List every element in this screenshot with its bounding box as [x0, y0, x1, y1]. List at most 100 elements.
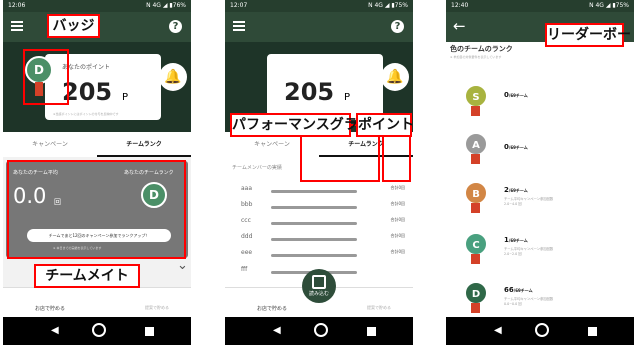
performance-bar: [271, 206, 357, 209]
points-card: 205 P: [267, 54, 383, 120]
member-name: fff: [241, 266, 248, 273]
tab-campaign[interactable]: キャンペーン: [3, 132, 97, 157]
status-bar: 12:40 N 4G ◢ ▮75%: [446, 0, 634, 12]
android-navigation-bar: ◀: [3, 317, 191, 345]
badge-callout: バッジ: [47, 14, 100, 38]
recent-apps-icon[interactable]: [145, 327, 154, 336]
android-navigation-bar: ◀: [446, 317, 634, 345]
rank-s-icon: S: [464, 84, 488, 108]
points-value: 205: [284, 78, 335, 106]
points-callout: ポイント: [356, 113, 413, 137]
phone-screen-dashboard: 12:06 N 4G ◢ ▮76% ? あなたのポイント 205 P ※当該ポイント…: [3, 0, 191, 345]
rank-a-icon: A: [464, 132, 488, 156]
time: 12:06: [8, 2, 26, 9]
rank-b-icon: B: [464, 181, 488, 205]
leaderboard-title: 色のチームのランク: [450, 45, 513, 53]
recent-apps-icon[interactable]: [588, 327, 597, 336]
member-total: 合計0回: [390, 249, 405, 254]
back-icon[interactable]: ◀: [51, 325, 59, 336]
member-total: 合計0回: [390, 233, 405, 238]
phone-screen-leaderboard: 12:40 N 4G ◢ ▮75% ← 色のチームのランク ※ 参加目の対象要件を…: [446, 0, 634, 345]
member-list-header: チームメンバーの実績: [232, 165, 282, 171]
rank-ribbon: [471, 203, 480, 213]
points-unit: P: [344, 92, 351, 103]
badge-highlight: [23, 49, 69, 105]
signal-battery: N 4G ◢ ▮76%: [146, 2, 186, 9]
rank-d-icon: D: [464, 281, 488, 305]
member-name: ddd: [241, 233, 253, 240]
points-note: ※当該ポイントにはポイントの付与を反映中です: [53, 112, 119, 116]
points-unit: P: [122, 92, 129, 103]
leaderboard-callout: リーダーボード: [545, 23, 634, 47]
member-row: bbb 合計0回: [237, 201, 405, 214]
points-label: あなたのポイント: [62, 64, 111, 71]
proposal-earn-link[interactable]: 提案で貯める: [145, 305, 169, 311]
member-name: bbb: [241, 201, 253, 208]
tab-team-rank[interactable]: チームランク: [97, 132, 191, 157]
help-icon[interactable]: ?: [391, 20, 404, 33]
time: 12:07: [230, 2, 248, 9]
rank-b-count: 2/69チーム: [504, 186, 528, 194]
store-earn-link[interactable]: お店で貯める: [35, 305, 65, 312]
recent-apps-icon[interactable]: [367, 327, 376, 336]
rank-ribbon: [471, 106, 480, 116]
performance-bar: [271, 254, 357, 257]
chevron-down-icon[interactable]: ⌄: [177, 258, 188, 273]
phone-screen-team-rank: 12:07 N 4G ◢ ▮75% ? 205 P 🔔 キャンペーン チームランク チ…: [225, 0, 413, 345]
home-icon[interactable]: [92, 323, 106, 337]
points-value: 205: [62, 78, 113, 106]
signal-battery: N 4G ◢ ▮75%: [368, 2, 408, 9]
performance-bar: [271, 190, 357, 193]
proposal-earn-link[interactable]: 提案で貯める: [367, 305, 391, 311]
menu-icon[interactable]: [11, 21, 23, 31]
member-total: 合計0回: [390, 185, 405, 190]
performance-callout: パフォーマンスグラフ: [230, 113, 372, 137]
member-row: aaa 合計0回: [237, 185, 405, 198]
performance-bar: [271, 222, 357, 225]
store-earn-link[interactable]: お店で貯める: [257, 305, 287, 312]
rank-c-icon: C: [464, 232, 488, 256]
home-icon[interactable]: [535, 323, 549, 337]
rank-ribbon: [471, 303, 480, 313]
rank-d-description: チーム平均キャンペーン参加回数 0.0~0.0 回: [504, 297, 554, 306]
back-icon[interactable]: ◀: [273, 325, 281, 336]
performance-bar: [271, 238, 357, 241]
home-icon[interactable]: [314, 323, 328, 337]
leaderboard-subtitle: ※ 参加目の対象要件を表示しています: [450, 55, 502, 59]
rank-ribbon: [471, 254, 480, 264]
member-total: 合計0回: [390, 217, 405, 222]
scan-label: 読み込む: [308, 291, 329, 297]
member-name: eee: [241, 249, 253, 256]
rank-d-count: 66/69チーム: [504, 286, 533, 294]
rank-b-description: チーム平均キャンペーン参加回数 2.0~4.0 回: [504, 197, 554, 206]
rank-s-count: 0/69チーム: [504, 91, 528, 99]
menu-icon[interactable]: [233, 21, 245, 31]
bell-icon[interactable]: 🔔: [381, 63, 409, 91]
scan-button[interactable]: 読み込む: [302, 269, 336, 303]
help-icon[interactable]: ?: [169, 20, 182, 33]
member-row: ddd 合計0回: [237, 233, 405, 246]
rank-c-count: 1/69チーム: [504, 236, 528, 244]
signal-battery: N 4G ◢ ▮75%: [589, 2, 629, 9]
bell-icon[interactable]: 🔔: [159, 63, 187, 91]
team-highlight: [7, 160, 186, 259]
android-navigation-bar: ◀: [225, 317, 413, 345]
status-bar: 12:07 N 4G ◢ ▮75%: [225, 0, 413, 12]
member-name: ccc: [241, 217, 251, 224]
rank-a-count: 0/69チーム: [504, 143, 528, 151]
member-row: eee 合計0回: [237, 249, 405, 262]
back-icon[interactable]: ◀: [494, 325, 502, 336]
time: 12:40: [451, 2, 469, 9]
member-row: ccc 合計0回: [237, 217, 405, 230]
status-bar: 12:06 N 4G ◢ ▮76%: [3, 0, 191, 12]
member-total: 合計0回: [390, 201, 405, 206]
rank-ribbon: [471, 154, 480, 164]
teammate-callout: チームメイト: [34, 264, 140, 288]
tab-bar: キャンペーン チームランク: [3, 132, 191, 157]
member-name: aaa: [241, 185, 253, 192]
rank-c-description: チーム平均キャンペーン参加回数 2.0~2.0 回: [504, 247, 554, 256]
bottom-navigation: お店で貯める 提案で貯める: [3, 287, 191, 317]
back-arrow-icon[interactable]: ←: [453, 19, 466, 34]
qr-scan-icon: [312, 275, 326, 289]
app-bar: ?: [225, 12, 413, 42]
